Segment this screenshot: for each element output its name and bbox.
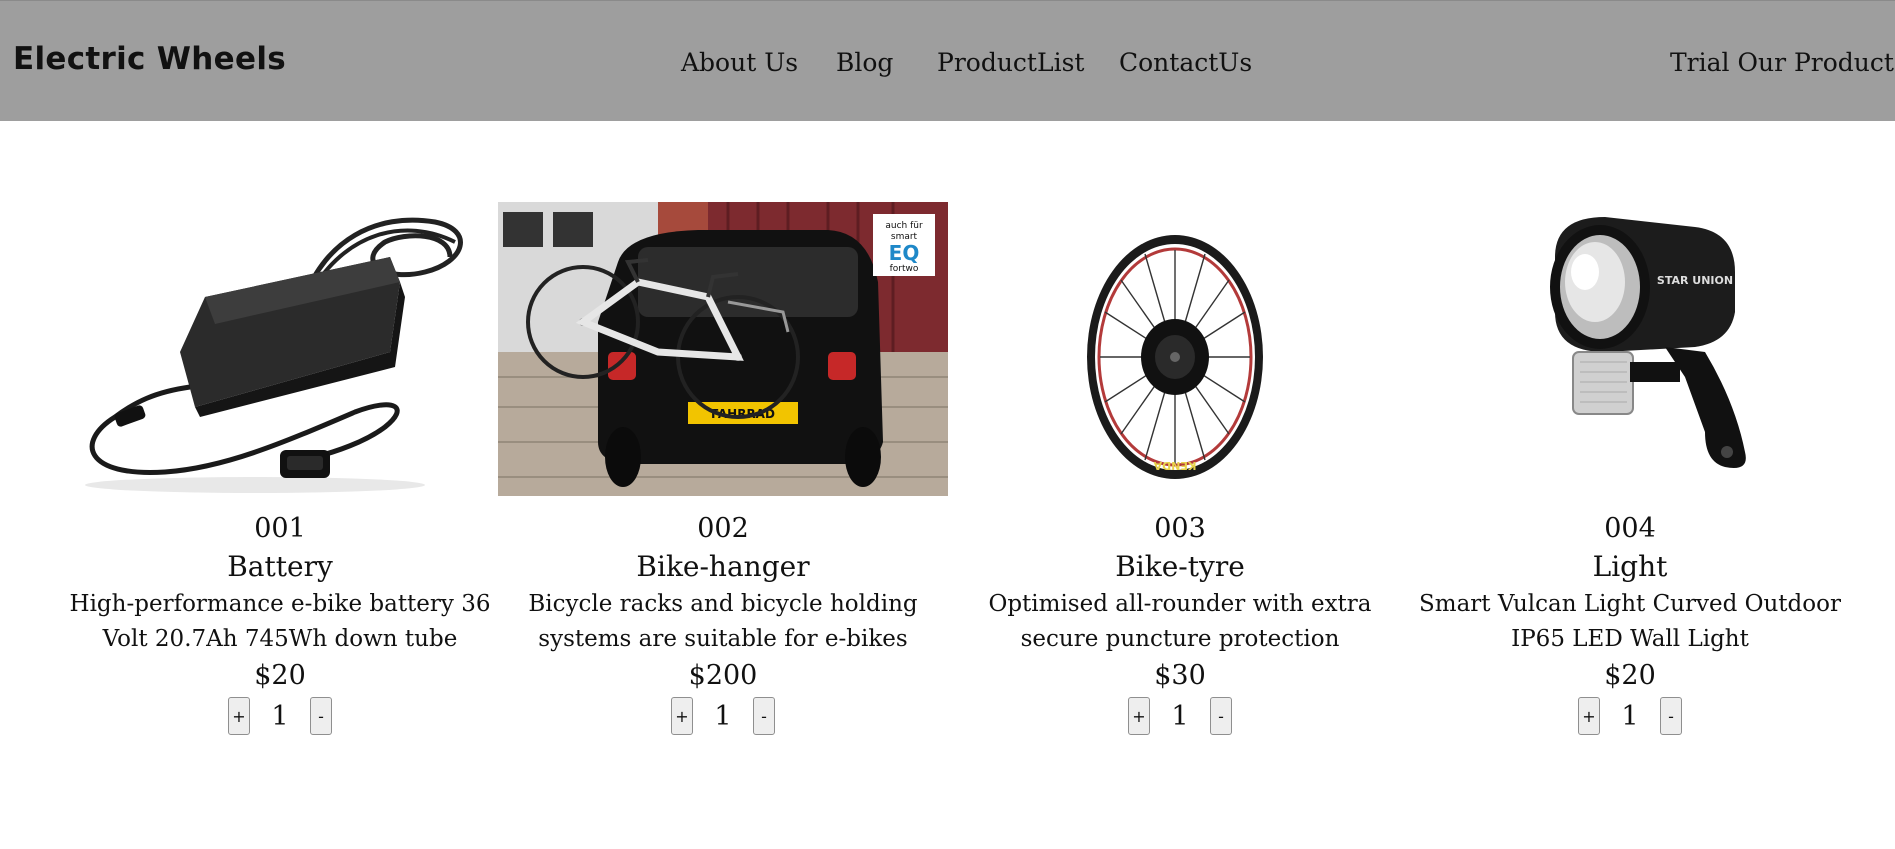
product-description: High-performance e-bike battery 36 Volt … bbox=[69, 591, 491, 652]
product-id: 003 bbox=[1154, 513, 1206, 544]
increase-quantity-button[interactable]: + bbox=[1128, 697, 1150, 735]
quantity-stepper: + 1 - bbox=[498, 697, 948, 735]
bike-headlight-image: STAR UNION bbox=[1405, 202, 1855, 496]
sticker-line-1: auch für bbox=[885, 221, 923, 231]
increase-quantity-button[interactable]: + bbox=[671, 697, 693, 735]
quantity-value: 1 bbox=[271, 700, 289, 732]
sticker-line-3: EQ bbox=[889, 241, 920, 265]
decrease-quantity-button[interactable]: - bbox=[1210, 697, 1232, 735]
quantity-stepper: + 1 - bbox=[55, 697, 505, 735]
ebike-charger-image bbox=[55, 202, 505, 496]
product-card: STAR UNION 004 Light Smart Vulcan Light … bbox=[1405, 202, 1855, 735]
product-name: Bike-hanger bbox=[636, 550, 810, 583]
product-name: Bike-tyre bbox=[1115, 550, 1245, 583]
increase-quantity-button[interactable]: + bbox=[228, 697, 250, 735]
brand-logo[interactable]: Electric Wheels bbox=[13, 41, 286, 77]
nav-contact-us[interactable]: ContactUs bbox=[1119, 48, 1252, 77]
product-grid: 001 Battery High-performance e-bike batt… bbox=[0, 202, 1895, 762]
tyre-brand-label: KENDA bbox=[1153, 459, 1196, 472]
quantity-value: 1 bbox=[1171, 700, 1189, 732]
product-card: 001 Battery High-performance e-bike batt… bbox=[55, 202, 505, 735]
decrease-quantity-button[interactable]: - bbox=[1660, 697, 1682, 735]
quantity-value: 1 bbox=[714, 700, 732, 732]
product-price: $200 bbox=[688, 660, 758, 691]
product-name: Light bbox=[1592, 550, 1668, 583]
quantity-stepper: + 1 - bbox=[1405, 697, 1855, 735]
product-price: $20 bbox=[1604, 660, 1656, 691]
product-description: Smart Vulcan Light Curved Outdoor IP65 L… bbox=[1419, 591, 1841, 652]
increase-quantity-button[interactable]: + bbox=[1578, 697, 1600, 735]
product-card: FAHRRAD auch für smart EQ fortwo 002 Bik… bbox=[498, 202, 948, 735]
bike-rack-on-car-image: FAHRRAD auch für smart EQ fortwo bbox=[498, 202, 948, 496]
product-card: KENDA 003 Bike-tyre Optimised all-rounde… bbox=[955, 202, 1405, 735]
product-price: $20 bbox=[254, 660, 306, 691]
product-id: 004 bbox=[1604, 513, 1656, 544]
decrease-quantity-button[interactable]: - bbox=[753, 697, 775, 735]
quantity-value: 1 bbox=[1621, 700, 1639, 732]
trial-product-link[interactable]: Trial Our Product bbox=[1670, 48, 1894, 77]
hub-motor-wheel-image: KENDA bbox=[955, 202, 1405, 496]
decrease-quantity-button[interactable]: - bbox=[310, 697, 332, 735]
sticker-line-4: fortwo bbox=[890, 264, 919, 274]
product-name: Battery bbox=[227, 550, 333, 583]
quantity-stepper: + 1 - bbox=[955, 697, 1405, 735]
nav-product-list[interactable]: ProductList bbox=[937, 48, 1084, 77]
nav-about-us[interactable]: About Us bbox=[681, 48, 798, 77]
top-navbar: Electric Wheels About Us Blog ProductLis… bbox=[0, 0, 1895, 121]
product-id: 002 bbox=[697, 513, 749, 544]
product-id: 001 bbox=[254, 513, 306, 544]
lamp-brand-label: STAR UNION bbox=[1657, 274, 1733, 287]
product-description: Optimised all-rounder with extra secure … bbox=[988, 591, 1372, 652]
nav-blog[interactable]: Blog bbox=[836, 48, 893, 77]
product-description: Bicycle racks and bicycle holding system… bbox=[528, 591, 918, 652]
product-price: $30 bbox=[1154, 660, 1206, 691]
